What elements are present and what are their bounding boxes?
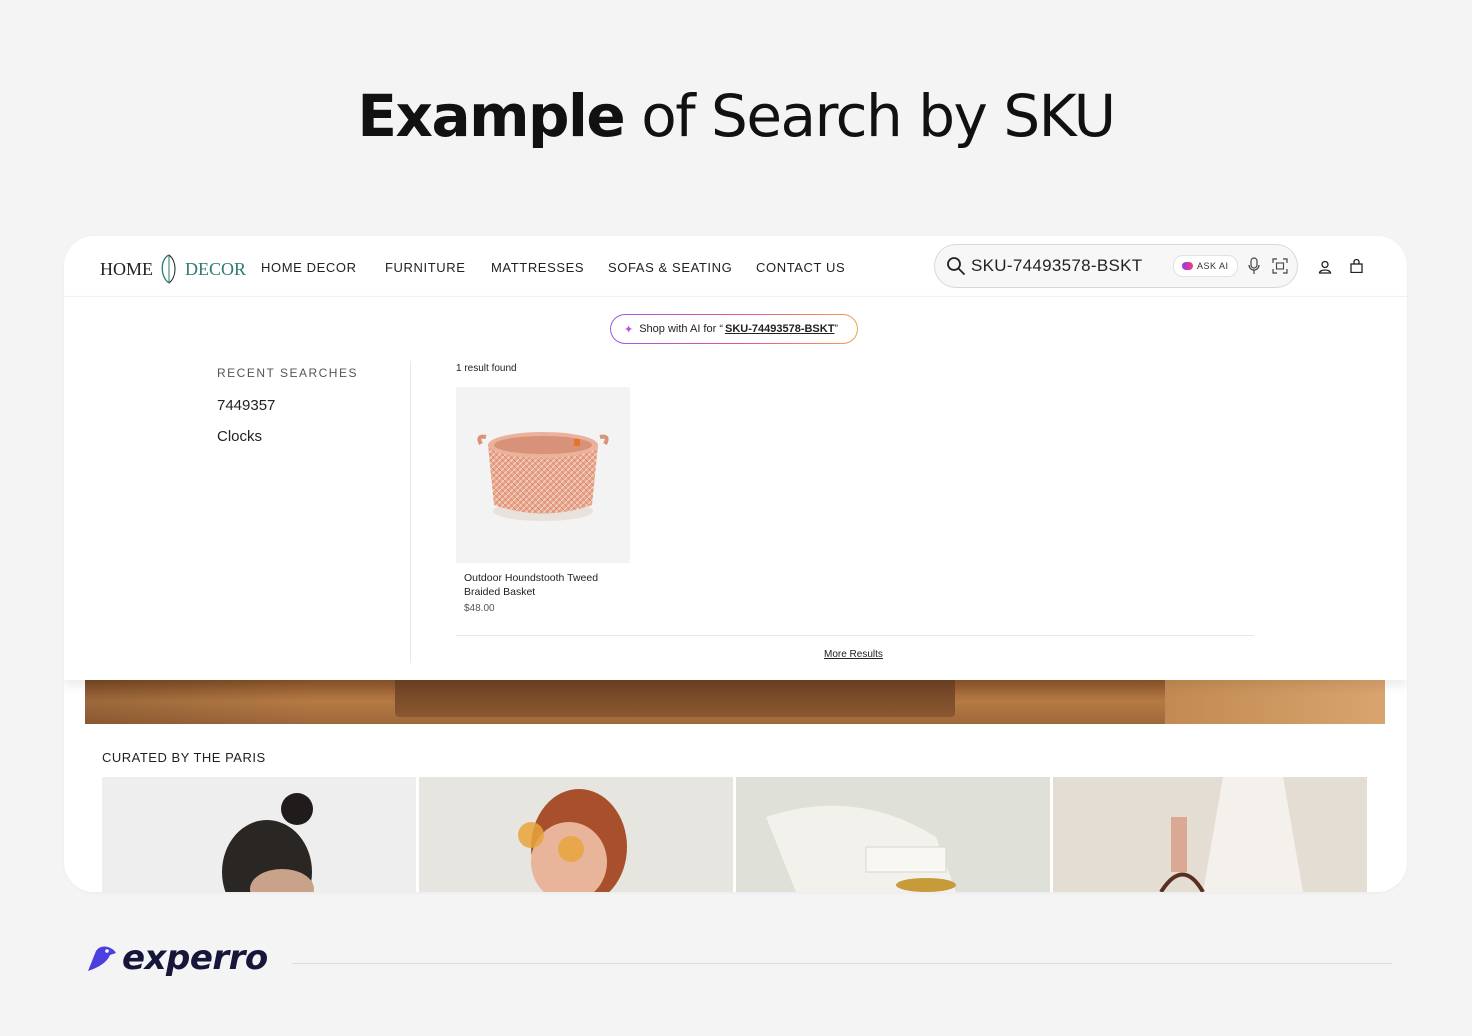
curated-section-heading: CURATED BY THE PARIS: [102, 750, 266, 765]
shop-ai-prefix: Shop with AI for “: [639, 323, 723, 335]
results-divider: [456, 635, 1254, 636]
headline-bold: Example: [357, 82, 625, 150]
curated-tile[interactable]: [736, 777, 1050, 892]
curated-tile[interactable]: [102, 777, 416, 892]
image-search-icon[interactable]: [1272, 258, 1288, 274]
fashion-image-icon: [736, 777, 1050, 892]
nav-furniture[interactable]: FURNITURE: [385, 260, 466, 275]
store-screenshot-card: HOME DECOR HOME DECOR FURNITURE MATTRESS…: [64, 236, 1407, 892]
page-headline: Example of Search by SKU: [0, 82, 1472, 150]
ai-logo-icon: [1182, 262, 1193, 270]
logo-text-home: HOME: [100, 258, 153, 279]
hero-banner-image: [85, 679, 1385, 724]
recent-search-item[interactable]: 7449357: [217, 397, 275, 414]
search-icon: [947, 257, 965, 275]
basket-image-icon: [477, 432, 609, 521]
bird-logo-icon: [88, 946, 116, 971]
shop-ai-suffix: ”: [834, 323, 839, 335]
curated-tile[interactable]: [1053, 777, 1367, 892]
search-bar[interactable]: SKU-74493578-BSKT ASK AI: [934, 244, 1298, 288]
ask-ai-label: ASK AI: [1197, 261, 1229, 271]
nav-home-decor[interactable]: HOME DECOR: [261, 260, 357, 275]
logo-text-decor: DECOR: [185, 258, 247, 279]
ask-ai-button[interactable]: ASK AI: [1173, 255, 1238, 277]
sparkle-icon: ✦: [624, 323, 634, 336]
recent-searches-heading: RECENT SEARCHES: [217, 366, 358, 380]
hero-floor-edge: [1165, 679, 1385, 724]
search-input[interactable]: SKU-74493578-BSKT: [971, 256, 1142, 276]
column-divider: [410, 361, 411, 663]
brand-wordmark: experro: [122, 938, 268, 978]
product-price: $48.00: [464, 603, 495, 614]
recent-search-item[interactable]: Clocks: [217, 428, 262, 445]
search-results-dropdown: ✦ Shop with AI for “ SKU-74493578-BSKT ”…: [64, 296, 1407, 680]
shop-ai-query: SKU-74493578-BSKT: [724, 323, 835, 335]
experro-brand-logo: experro: [86, 938, 268, 978]
headline-rest: of Search by SKU: [624, 82, 1116, 150]
product-title[interactable]: Outdoor Houndstooth Tweed Braided Basket: [464, 571, 624, 599]
logo-mark-icon: [161, 254, 176, 284]
user-account-icon[interactable]: [1318, 260, 1332, 274]
nav-sofas-seating[interactable]: SOFAS & SEATING: [608, 260, 732, 275]
store-header: HOME DECOR HOME DECOR FURNITURE MATTRESS…: [64, 236, 1407, 296]
nav-contact-us[interactable]: CONTACT US: [756, 260, 845, 275]
store-logo[interactable]: HOME DECOR: [100, 253, 246, 285]
portrait-image-icon: [419, 777, 733, 892]
fashion-image-icon: [1053, 777, 1367, 892]
microphone-icon[interactable]: [1247, 257, 1261, 275]
product-image[interactable]: [456, 387, 630, 563]
shop-with-ai-button[interactable]: ✦ Shop with AI for “ SKU-74493578-BSKT ”: [610, 314, 858, 344]
portrait-image-icon: [102, 777, 416, 892]
hero-sofa-base: [395, 679, 955, 717]
result-count: 1 result found: [456, 363, 517, 374]
shopping-bag-icon[interactable]: [1350, 259, 1363, 273]
more-results-link[interactable]: More Results: [824, 649, 883, 660]
curated-tile[interactable]: [419, 777, 733, 892]
footer-divider: [292, 963, 1392, 964]
shop-with-ai-inner: ✦ Shop with AI for “ SKU-74493578-BSKT ”: [611, 315, 857, 343]
nav-mattresses[interactable]: MATTRESSES: [491, 260, 584, 275]
